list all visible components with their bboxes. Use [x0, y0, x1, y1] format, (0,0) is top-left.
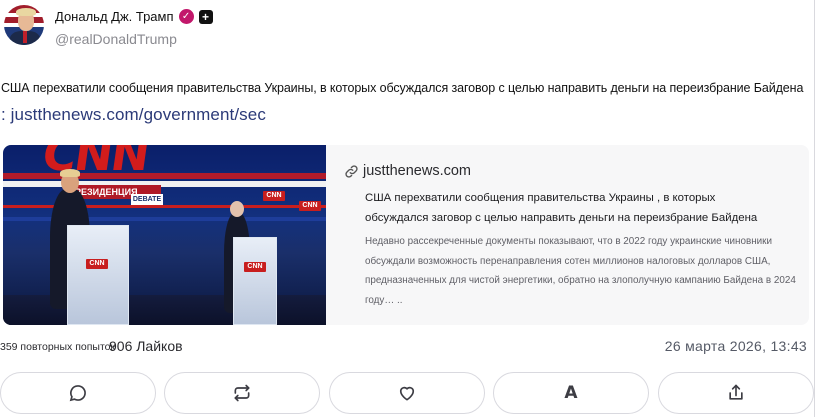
stage-stripe — [3, 181, 326, 187]
plus-badge-icon: + — [198, 9, 213, 24]
podium-left — [67, 225, 129, 325]
heart-icon — [399, 386, 415, 401]
post-text: США перехватили сообщения правительства … — [1, 81, 804, 95]
post-link[interactable]: : justthenews.com/government/sec — [1, 105, 266, 125]
repost-button[interactable] — [164, 372, 320, 414]
avatar-tie — [23, 31, 27, 43]
podium-logo: CNN — [86, 259, 108, 269]
preview-description: Недавно рассекреченные документы показыв… — [365, 236, 796, 306]
podium-logo: CNN — [244, 262, 266, 272]
reply-icon — [69, 385, 86, 402]
share-button[interactable] — [658, 372, 814, 414]
avatar[interactable] — [4, 5, 44, 45]
preview-title: США перехватили сообщения правительства … — [365, 192, 758, 224]
author-display-name[interactable]: Дональд Дж. Трамп — [55, 9, 174, 24]
podium-right — [233, 237, 277, 325]
post-date: 26 марта 2026, 13:43 — [664, 338, 807, 354]
post-card: Дональд Дж. Трамп ✓ + @realDonaldTrump С… — [0, 0, 815, 417]
author-name-row: Дональд Дж. Трамп ✓ + — [55, 9, 213, 24]
link-preview-card[interactable]: CNN РЕЗИДЕНЦИЯ DEBATE CNN CNN CNN CNN ju… — [3, 145, 809, 325]
stage-stripe — [3, 205, 326, 208]
author-handle[interactable]: @realDonaldTrump — [55, 31, 177, 47]
action-bar: A — [0, 372, 815, 416]
speaker-right-head — [230, 201, 244, 217]
preview-image: CNN РЕЗИДЕНЦИЯ DEBATE CNN CNN CNN CNN — [3, 145, 326, 325]
verified-check-icon: ✓ — [178, 9, 194, 24]
like-button[interactable] — [329, 372, 485, 414]
post-stats: 359 повторных попыток 906 Лайков 26 март… — [0, 338, 815, 356]
repost-count[interactable]: 359 повторных попыток — [0, 341, 115, 353]
font-button[interactable]: A — [493, 372, 649, 414]
font-icon: A — [564, 383, 578, 403]
preview-domain: justthenews.com — [363, 163, 471, 179]
reply-button[interactable] — [0, 372, 156, 414]
avatar-hair — [16, 8, 36, 16]
cnn-sign: CNN — [299, 201, 321, 211]
cnn-sign: CNN — [263, 191, 285, 201]
speaker-left-hair — [60, 169, 80, 177]
repost-icon — [234, 384, 250, 402]
share-icon — [729, 384, 743, 400]
cnn-logo: CNN — [39, 145, 152, 181]
link-icon — [345, 164, 358, 178]
debate-sign: DEBATE — [131, 194, 163, 205]
preview-domain-row: justthenews.com — [344, 163, 471, 179]
like-count[interactable]: 906 Лайков — [109, 338, 183, 354]
